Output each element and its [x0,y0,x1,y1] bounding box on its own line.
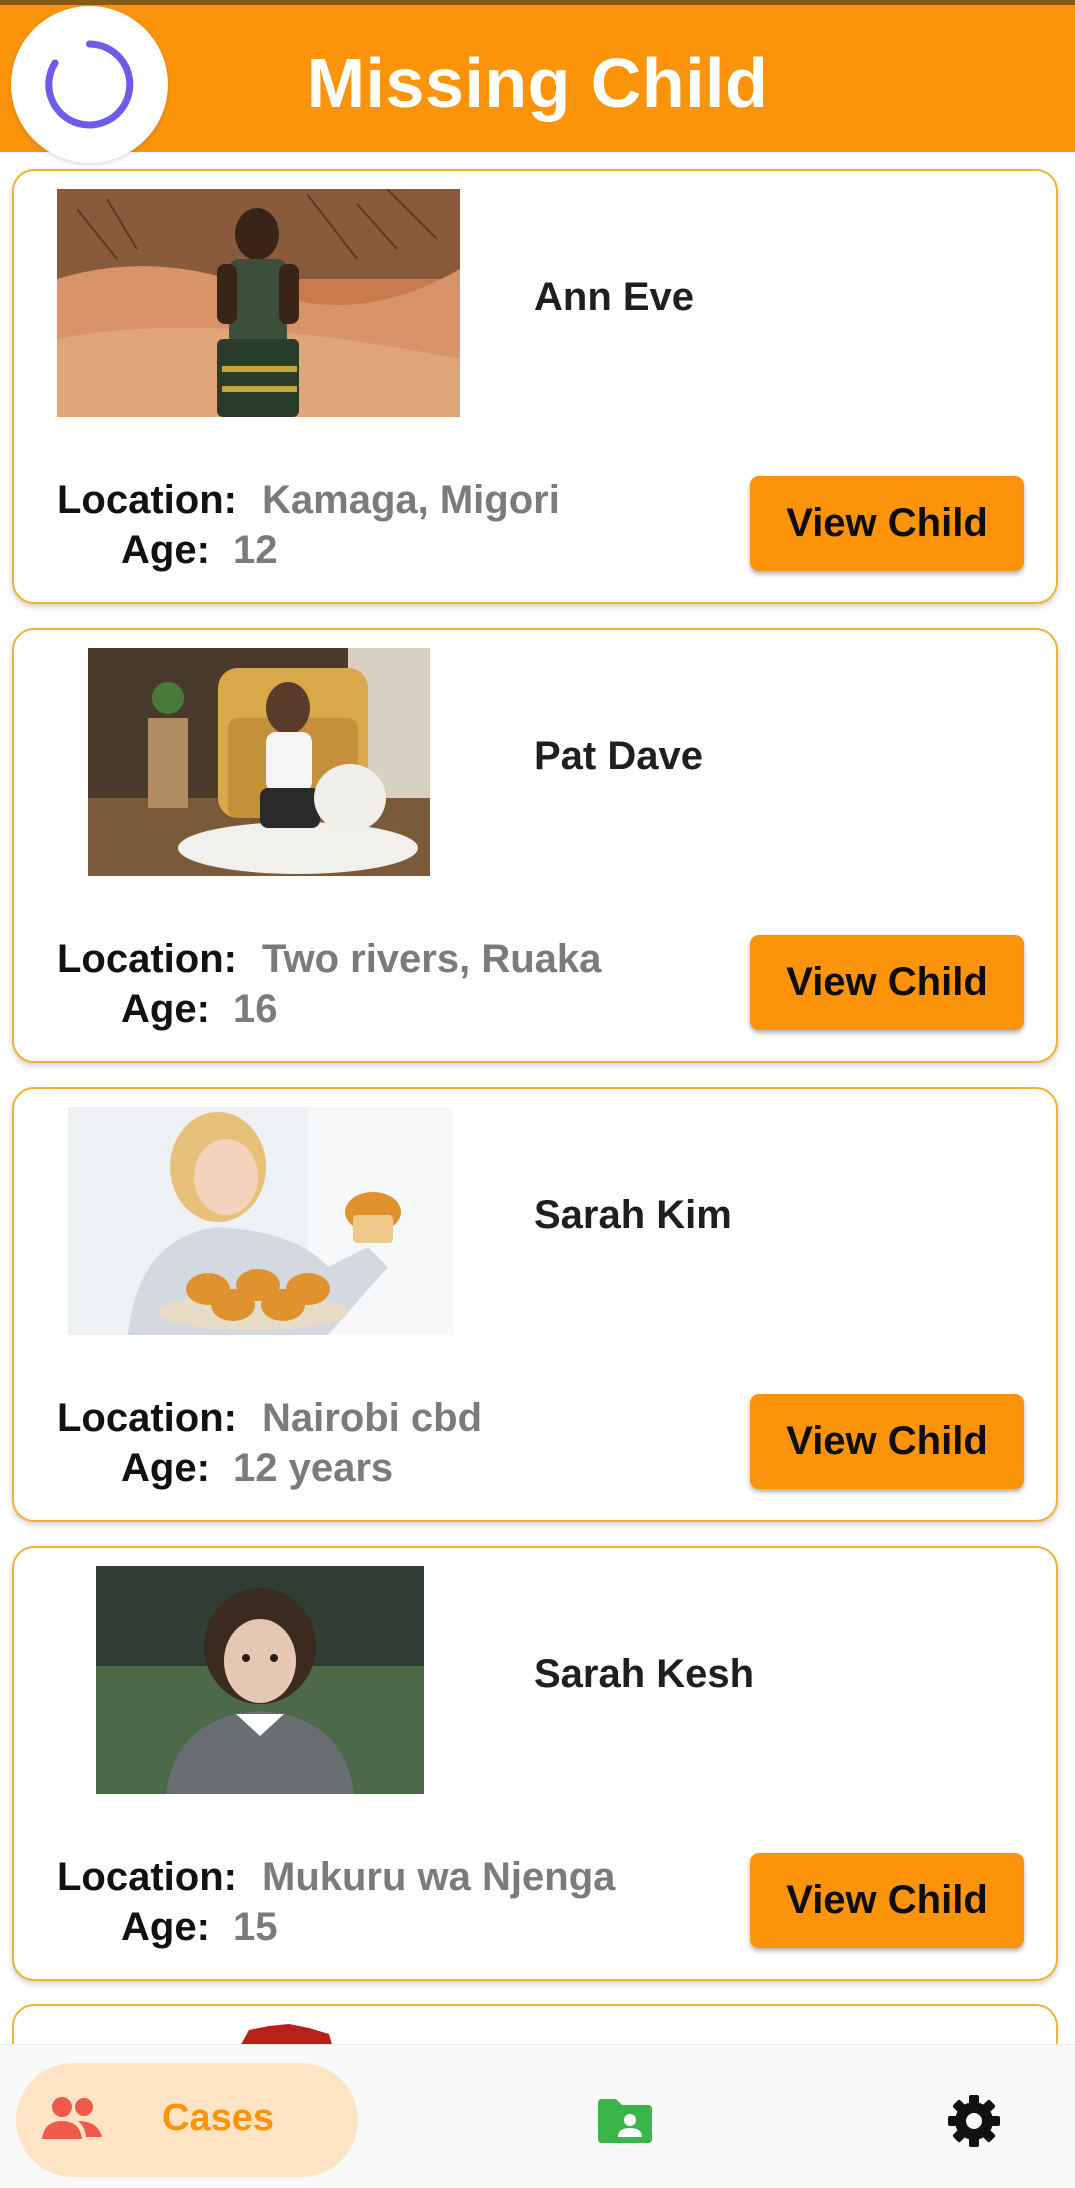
child-name: Sarah Kesh [534,1652,755,1696]
child-card: Pat Dave Location: Two rivers, Ruaka Age… [12,628,1058,1063]
gear-icon [948,2095,1000,2147]
child-name: Sarah Kim [534,1193,732,1237]
child-photo [88,648,430,876]
location-value: Nairobi cbd [262,1396,483,1440]
folder-person-icon [598,2099,652,2143]
location-label: Location: [57,937,237,981]
child-photo [96,1566,424,1794]
nav-tab-folder[interactable] [596,2097,654,2150]
loading-spinner [11,6,168,163]
location-label: Location: [57,478,237,522]
bottom-navigation: Cases [0,2044,1075,2188]
child-name: Pat Dave [534,734,703,778]
location-label: Location: [57,1855,237,1899]
age-value: 12 [233,528,278,572]
view-child-button[interactable]: View Child [750,935,1024,1030]
age-value: 16 [233,987,278,1031]
age-value: 12 years [233,1446,394,1490]
child-card: Ann Eve Location: Kamaga, Migori Age: 12… [12,169,1058,604]
age-label: Age: [121,1905,210,1949]
location-value: Kamaga, Migori [262,478,560,522]
age-label: Age: [121,528,210,572]
view-child-button[interactable]: View Child [750,1853,1024,1948]
location-value: Mukuru wa Njenga [262,1855,616,1899]
age-label: Age: [121,987,210,1031]
nav-tab-settings[interactable] [946,2093,1002,2154]
location-value: Two rivers, Ruaka [262,937,602,981]
view-child-button[interactable]: View Child [750,476,1024,571]
child-photo [68,1107,453,1335]
location-label: Location: [57,1396,237,1440]
child-card: Sarah Kim Location: Nairobi cbd Age: 12 … [12,1087,1058,1522]
child-card: Sarah Kesh Location: Mukuru wa Njenga Ag… [12,1546,1058,1981]
child-photo [57,189,460,417]
people-icon [42,2097,102,2139]
nav-label-cases: Cases [162,2097,274,2139]
view-child-button[interactable]: View Child [750,1394,1024,1489]
nav-tab-cases[interactable]: Cases [16,2063,358,2177]
age-value: 15 [233,1905,278,1949]
child-name: Ann Eve [534,275,695,319]
age-label: Age: [121,1446,210,1490]
spinner-icon [45,40,134,129]
